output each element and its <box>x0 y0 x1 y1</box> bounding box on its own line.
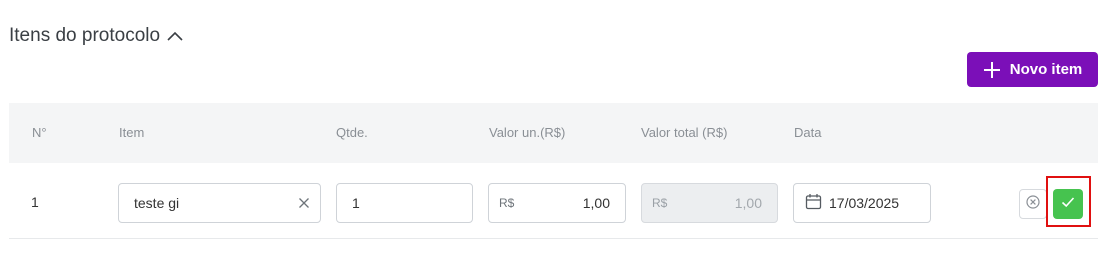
quantity-field[interactable] <box>336 183 473 223</box>
table-header: N° Item Qtde. Valor un.(R$) Valor total … <box>9 103 1098 163</box>
header-date: Data <box>794 125 822 140</box>
header-item: Item <box>119 125 145 140</box>
plus-icon <box>983 61 1001 79</box>
section-title: Itens do protocolo <box>9 25 161 46</box>
date-field[interactable] <box>793 183 931 223</box>
table-row: 1 R$ R$ <box>9 163 1098 239</box>
quantity-input[interactable] <box>337 184 472 222</box>
clear-icon[interactable] <box>298 196 310 212</box>
total-value-field: R$ <box>641 183 778 223</box>
unit-value-field[interactable]: R$ <box>488 183 626 223</box>
chevron-up-icon[interactable] <box>166 30 184 42</box>
confirm-row-button[interactable] <box>1053 189 1083 219</box>
unit-currency-prefix: R$ <box>499 196 515 210</box>
calendar-icon[interactable] <box>805 193 822 213</box>
new-item-label: Novo item <box>1009 61 1083 78</box>
row-number: 1 <box>31 194 39 210</box>
close-circle-icon <box>1026 194 1040 214</box>
check-icon <box>1061 195 1075 213</box>
item-input[interactable] <box>119 184 320 222</box>
total-currency-prefix: R$ <box>652 196 668 210</box>
section-header[interactable]: Itens do protocolo <box>9 25 184 47</box>
header-quantity: Qtde. <box>336 125 368 140</box>
header-total-value: Valor total (R$) <box>641 125 728 140</box>
item-field[interactable] <box>118 183 321 223</box>
header-unit-value: Valor un.(R$) <box>489 125 566 140</box>
total-value-input <box>673 184 777 222</box>
new-item-button[interactable]: Novo item <box>967 52 1098 87</box>
cancel-row-button[interactable] <box>1019 189 1047 219</box>
date-input[interactable] <box>829 184 930 222</box>
header-number: N° <box>32 125 47 140</box>
unit-value-input[interactable] <box>520 184 625 222</box>
